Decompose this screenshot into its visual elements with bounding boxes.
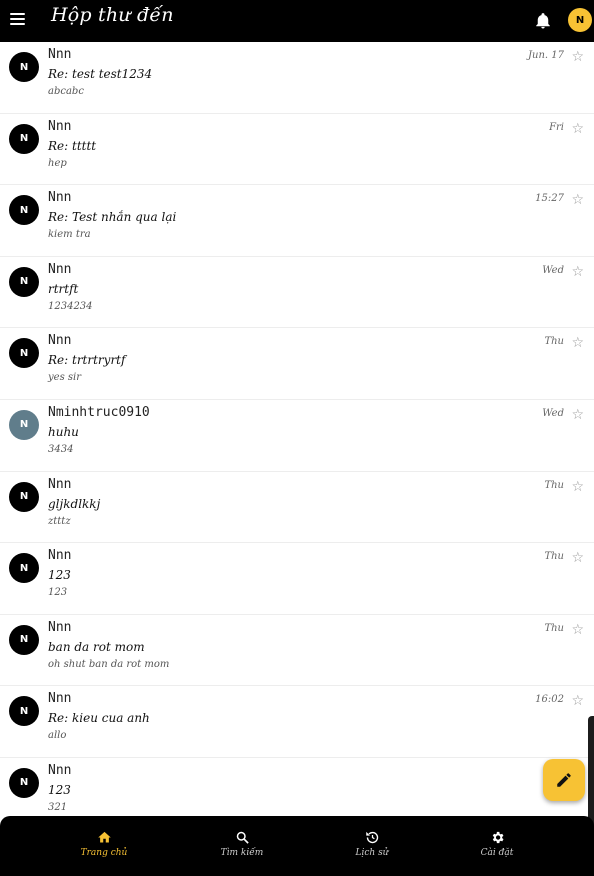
email-subject: Re: ttttt	[48, 138, 97, 153]
sender-name: Nnn	[48, 333, 72, 349]
email-row[interactable]: N Nnn 123 123 Thu ☆	[0, 543, 594, 615]
star-icon[interactable]: ☆	[571, 192, 584, 208]
email-snippet: 1234234	[48, 300, 93, 312]
nav-item-settings[interactable]: Cài đặt	[457, 830, 537, 858]
email-subject: huhu	[48, 424, 79, 439]
email-subject: Re: test test1234	[48, 67, 153, 81]
compose-button[interactable]	[543, 759, 585, 801]
sender-name: Nnn	[48, 691, 72, 707]
email-row[interactable]: N Nnn Re: test test1234 abcabc Jun. 17 ☆	[0, 42, 594, 114]
sender-name: Nnn	[48, 190, 72, 206]
email-snippet: ztttz	[48, 515, 71, 527]
top-app-bar: Hộp thư đến N	[0, 0, 594, 42]
avatar: N	[9, 767, 39, 798]
sender-name: Nnn	[48, 47, 72, 62]
email-subject: Re: Test nhắn qua lại	[48, 210, 177, 225]
email-row[interactable]: N Nminhtruc0910 huhu 3434 Wed ☆	[0, 400, 594, 472]
bottom-navigation: Trang chủ Tìm kiếm Lịch sử Cài đặt	[0, 816, 594, 876]
email-snippet: kiem tra	[48, 229, 91, 241]
star-icon[interactable]: ☆	[571, 693, 584, 709]
avatar: N	[9, 696, 39, 727]
avatar: N	[9, 553, 39, 584]
email-subject: 123	[48, 782, 71, 797]
email-date: 16:02	[535, 694, 564, 706]
sender-name: Nnn	[48, 619, 72, 635]
email-date: 15:27	[535, 193, 564, 205]
history-icon	[365, 831, 378, 844]
nav-label-settings: Cài đặt	[480, 848, 514, 858]
email-row[interactable]: N Nnn rtrtft 1234234 Wed ☆	[0, 257, 594, 329]
email-row[interactable]: N Nnn Re: kieu cua anh allo 16:02 ☆	[0, 686, 594, 758]
email-subject: rtrtft	[48, 281, 79, 296]
avatar: N	[9, 409, 39, 440]
star-icon[interactable]: ☆	[571, 622, 584, 638]
email-date: Fri	[549, 121, 564, 133]
star-icon[interactable]: ☆	[571, 49, 584, 65]
home-icon	[97, 831, 111, 843]
email-snippet: yes sir	[48, 372, 81, 384]
sender-name: Nnn	[48, 261, 72, 277]
nav-item-search[interactable]: Tìm kiếm	[202, 830, 282, 858]
email-row[interactable]: N Nnn Re: ttttt hep Fri ☆	[0, 114, 594, 186]
star-icon[interactable]: ☆	[571, 479, 584, 495]
sender-name: Nnn	[48, 762, 72, 778]
email-snippet: 3434	[48, 443, 74, 455]
settings-icon	[492, 831, 503, 844]
email-date: Jun. 17	[528, 50, 564, 61]
email-date: Wed	[542, 407, 564, 419]
email-snippet: allo	[48, 730, 67, 742]
sender-name: Nnn	[48, 118, 72, 134]
nav-label-search: Tìm kiếm	[220, 848, 264, 858]
star-icon[interactable]: ☆	[571, 335, 584, 351]
email-row[interactable]: N Nnn Re: Test nhắn qua lại kiem tra 15:27 ☆	[0, 185, 594, 257]
star-icon[interactable]: ☆	[571, 121, 584, 137]
email-snippet: oh shut ban da rot mom	[48, 658, 170, 670]
email-subject: ban da rot mom	[48, 639, 145, 654]
avatar: N	[9, 338, 39, 369]
account-avatar[interactable]: N	[568, 8, 592, 32]
email-subject: 123	[48, 568, 71, 583]
email-snippet: 123	[48, 587, 68, 599]
email-subject: Re: trtrtryrtf	[48, 353, 126, 368]
email-row[interactable]: N Nnn gljkdlkkj ztttz Thu ☆	[0, 472, 594, 544]
sender-name: Nnn	[48, 548, 72, 564]
star-icon[interactable]: ☆	[571, 264, 584, 280]
search-icon	[236, 831, 249, 844]
email-row[interactable]: N Nnn Re: trtrtryrtf yes sir Thu ☆	[0, 328, 594, 400]
email-row[interactable]: N Nnn ban da rot mom oh shut ban da rot mom…	[0, 615, 594, 687]
star-icon[interactable]: ☆	[571, 407, 584, 423]
sender-name: Nminhtruc0910	[48, 404, 150, 420]
email-subject: Re: kieu cua anh	[48, 711, 150, 726]
avatar: N	[9, 195, 39, 226]
email-subject: gljkdlkkj	[48, 496, 101, 511]
nav-item-history[interactable]: Lịch sử	[332, 830, 412, 858]
pencil-icon	[557, 773, 571, 787]
avatar: N	[9, 624, 39, 655]
email-snippet: 321	[48, 801, 68, 813]
star-icon[interactable]: ☆	[571, 550, 584, 566]
nav-label-history: Lịch sử	[355, 848, 389, 858]
email-list: N Nnn Re: test test1234 abcabc Jun. 17 ☆ N Nnn R…	[0, 42, 594, 830]
nav-label-home: Trang chủ	[80, 848, 128, 858]
avatar: N	[9, 123, 39, 154]
bell-icon[interactable]	[534, 11, 552, 31]
email-snippet: abcabc	[48, 86, 84, 97]
page-title: Hộp thư đến	[51, 4, 174, 26]
email-snippet: hep	[48, 157, 67, 169]
nav-item-home[interactable]: Trang chủ	[64, 830, 144, 858]
email-date: Thu	[544, 479, 564, 491]
menu-icon[interactable]	[10, 13, 25, 25]
sender-name: Nnn	[48, 476, 72, 492]
email-date: Thu	[544, 551, 564, 563]
avatar: N	[9, 52, 39, 82]
email-date: Wed	[542, 264, 564, 276]
email-date: Thu	[544, 622, 564, 634]
avatar: N	[9, 481, 39, 512]
email-date: Thu	[544, 336, 564, 348]
avatar: N	[9, 266, 39, 297]
